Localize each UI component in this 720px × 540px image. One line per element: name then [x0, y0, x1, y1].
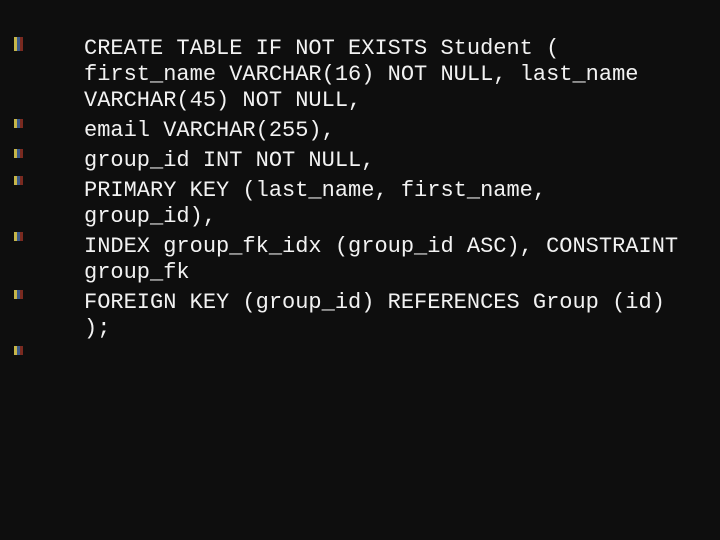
bullet-marker [14, 149, 26, 167]
code-block: CREATE TABLE IF NOT EXISTS Student ( fir… [84, 32, 680, 342]
code-line: CREATE TABLE IF NOT EXISTS Student ( fir… [84, 36, 680, 114]
bullet-marker [14, 42, 26, 60]
code-line: email VARCHAR(255), [84, 118, 680, 144]
left-gutter [0, 0, 26, 540]
code-line: PRIMARY KEY (last_name, first_name, grou… [84, 178, 680, 230]
bullet-marker [14, 346, 26, 364]
code-line: group_id INT NOT NULL, [84, 148, 680, 174]
bullet-marker [14, 176, 26, 194]
code-line: FOREIGN KEY (group_id) REFERENCES Group … [84, 290, 680, 342]
code-line: INDEX group_fk_idx (group_id ASC), CONST… [84, 234, 680, 286]
slide-container: CREATE TABLE IF NOT EXISTS Student ( fir… [0, 0, 720, 540]
bullet-marker [14, 119, 26, 137]
bullet-marker [14, 232, 26, 250]
bullet-marker [14, 290, 26, 308]
